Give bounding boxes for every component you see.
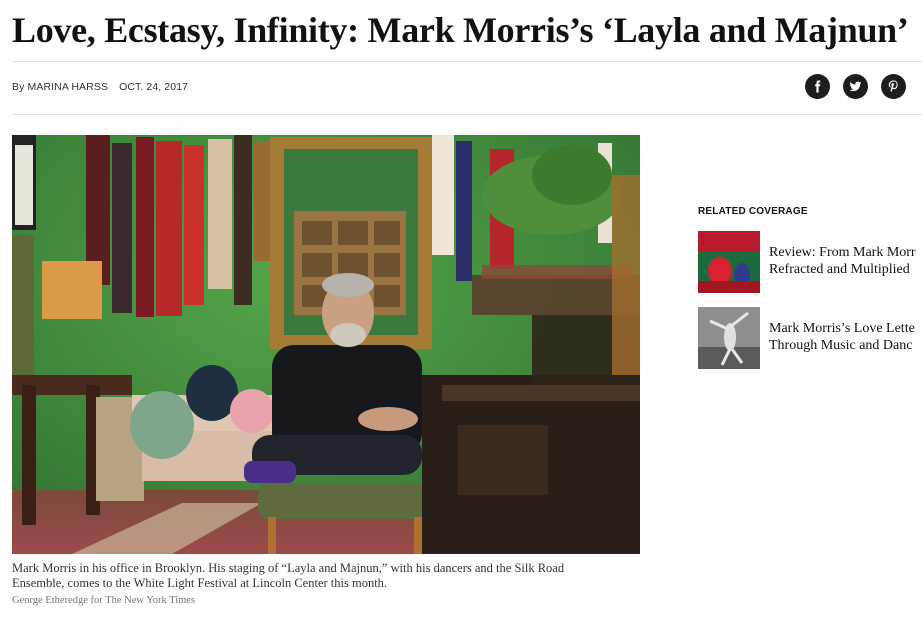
related-item[interactable]: Mark Morris’s Love Lette Through Music a… [698,307,922,369]
related-headline-line: Refracted and Multiplied [769,262,910,277]
header-divider [12,61,922,62]
lead-photo [12,135,640,554]
twitter-share-button[interactable] [843,74,868,99]
facebook-icon [815,80,821,93]
related-thumbnail [698,231,760,293]
byline: By MARINA HARSS [12,81,108,93]
related-headline: Review: From Mark Morr Refracted and Mul… [769,231,922,293]
pinterest-share-button[interactable] [881,74,906,99]
related-headline-line: Mark Morris’s Love Lette [769,321,915,336]
related-thumbnail [698,307,760,369]
related-headline-line: Review: From Mark Morr [769,245,916,260]
publish-date: OCT. 24, 2017 [119,81,189,93]
twitter-icon [849,81,862,92]
related-coverage-heading: RELATED COVERAGE [698,206,808,217]
pinterest-icon [888,80,898,93]
byline-divider [12,114,922,115]
related-item[interactable]: Review: From Mark Morr Refracted and Mul… [698,231,922,293]
related-headline-line: Through Music and Danc [769,338,913,353]
byline-prefix: By [12,81,25,93]
photo-credit: George Etheredge for The New York Times [12,595,196,606]
lead-photo-image [12,135,640,554]
related-headline: Mark Morris’s Love Lette Through Music a… [769,307,922,369]
author-link[interactable]: MARINA HARSS [28,81,109,93]
article-headline: Love, Ecstasy, Infinity: Mark Morris’s ‘… [12,10,909,50]
facebook-share-button[interactable] [805,74,830,99]
share-tools [805,74,906,99]
photo-caption: Mark Morris in his office in Brooklyn. H… [12,561,565,590]
byline-row: By MARINA HARSS OCT. 24, 2017 [12,80,188,94]
